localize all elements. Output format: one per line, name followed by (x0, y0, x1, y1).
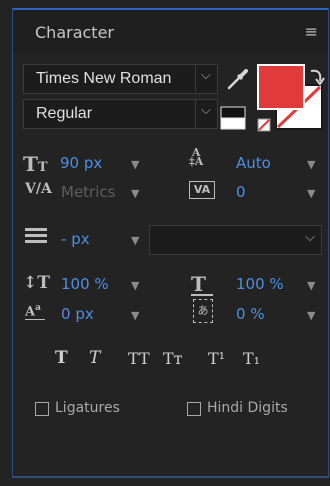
stroke-style-dropdown[interactable]: ⌵ (149, 225, 322, 255)
eyedropper-icon[interactable] (225, 66, 251, 92)
stroke-width-dropdown-arrow[interactable]: ▼ (131, 234, 139, 247)
tracking-field[interactable]: 0 (236, 183, 246, 201)
font-size-icon: TT (23, 152, 48, 176)
panel-menu-icon[interactable]: ≡ (305, 22, 318, 41)
small-caps-button[interactable]: Tт (163, 349, 183, 368)
stroke-width-field[interactable]: - px (61, 230, 90, 248)
character-panel: Character ≡ Times New Roman ⌵ Regular ⌵ (12, 8, 329, 478)
baseline-shift-field[interactable]: 0 px (61, 305, 94, 323)
tracking-dropdown-arrow[interactable]: ▼ (307, 187, 315, 200)
tracking-icon: VA (189, 181, 215, 199)
horizontal-scale-field[interactable]: 100 % (236, 275, 284, 293)
vertical-scale-dropdown-arrow[interactable]: ▼ (131, 279, 139, 292)
font-style-value: Regular (36, 105, 93, 122)
stroke-style-chevron-icon: ⌵ (305, 229, 315, 244)
fill-stroke-swatches (257, 64, 325, 132)
faux-bold-button[interactable]: T (55, 348, 68, 368)
leading-field[interactable]: Auto (236, 154, 271, 172)
kerning-field[interactable]: Metrics (61, 183, 115, 201)
font-family-dropdown[interactable]: Times New Roman (23, 64, 196, 94)
faux-italic-button[interactable]: T (89, 348, 100, 368)
font-size-field[interactable]: 90 px (60, 154, 102, 172)
hindi-digits-label: Hindi Digits (207, 400, 288, 416)
ligatures-label: Ligatures (55, 400, 120, 416)
font-size-dropdown-arrow[interactable]: ▼ (131, 158, 139, 171)
kerning-dropdown-arrow[interactable]: ▼ (131, 187, 139, 200)
leading-dropdown-arrow[interactable]: ▼ (307, 158, 315, 171)
baseline-shift-icon: Aa (25, 303, 45, 321)
superscript-button[interactable]: T¹ (208, 349, 225, 368)
panel-header: Character ≡ (13, 8, 328, 54)
panel-title: Character (35, 23, 114, 42)
tsume-field[interactable]: 0 % (236, 305, 265, 323)
fill-swatch[interactable] (257, 64, 305, 110)
horizontal-scale-icon: T (191, 272, 213, 296)
font-family-chevron-icon[interactable]: ⌵ (195, 64, 218, 94)
tsume-icon: あ (193, 299, 213, 323)
tsume-dropdown-arrow[interactable]: ▼ (307, 309, 315, 322)
stroke-width-icon (25, 228, 47, 243)
baseline-shift-dropdown-arrow[interactable]: ▼ (131, 309, 139, 322)
vertical-scale-icon: ↕T (23, 273, 50, 293)
ligatures-checkbox[interactable] (35, 402, 49, 416)
all-caps-button[interactable]: TT (128, 349, 150, 368)
vertical-scale-field[interactable]: 100 % (61, 275, 109, 293)
default-colors-icon[interactable] (220, 106, 246, 130)
no-fill-icon[interactable] (257, 118, 271, 132)
horizontal-scale-dropdown-arrow[interactable]: ▼ (307, 279, 315, 292)
kerning-icon: V/A (25, 181, 52, 197)
font-style-chevron-icon[interactable]: ⌵ (195, 99, 218, 129)
hindi-digits-checkbox[interactable] (187, 402, 201, 416)
font-family-value: Times New Roman (36, 70, 172, 87)
leading-icon: A ‡A (189, 146, 204, 168)
subscript-button[interactable]: T₁ (243, 349, 260, 368)
font-style-dropdown[interactable]: Regular (23, 99, 196, 129)
